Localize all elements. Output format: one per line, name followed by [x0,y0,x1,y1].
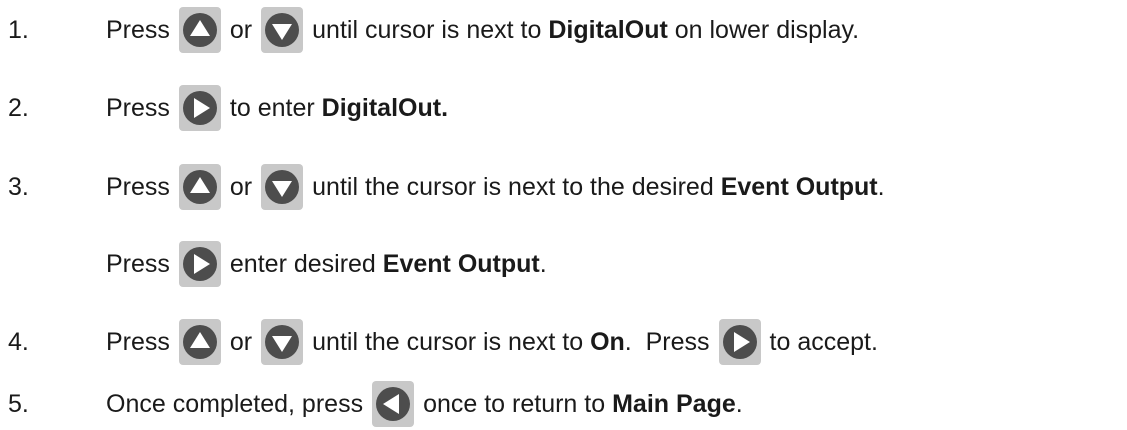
step-text: Press or until the cursor is next to On … [106,319,878,365]
text: . [877,172,885,201]
step-3: 3. Press or until the cursor is next to … [0,161,1127,213]
text: to enter [229,93,315,122]
text: on lower display. [674,15,860,44]
step-2: 2. Press to enter DigitalOut. [0,82,1127,134]
text: or [229,327,253,356]
step-number: 4. [8,327,29,356]
text: . Press [624,327,710,356]
step-5: 5. Once completed, press once to return … [0,378,1127,430]
down-arrow-button-icon [261,319,304,365]
step-number: 5. [8,389,29,418]
step-text: Press or until cursor is next to Digital… [106,7,859,53]
text: Press [106,15,170,44]
bold-text: On [590,327,625,356]
step-text: Press to enter DigitalOut. [106,85,448,131]
bold-text: Event Output [720,172,878,201]
left-arrow-button-icon [372,381,415,427]
up-arrow-button-icon [178,164,221,210]
bold-text: DigitalOut [548,15,668,44]
right-arrow-button-icon [178,241,221,287]
text: until the cursor is next to the desired [312,172,714,201]
text: or [229,15,253,44]
step-number: 2. [8,93,29,122]
step-number: 1. [8,15,29,44]
step-1: 1. Press or until cursor is next to Digi… [0,4,1127,56]
bold-text: DigitalOut. [321,93,449,122]
text: . [539,249,547,278]
text: once to return to [423,389,606,418]
text: or [229,172,253,201]
text: Once completed, press [106,389,364,418]
text: Press [106,249,170,278]
step-number: 3. [8,172,29,201]
step-text: Once completed, press once to return to … [106,381,743,427]
text: until the cursor is next to [312,327,584,356]
text: . [735,389,743,418]
right-arrow-button-icon [718,319,761,365]
up-arrow-button-icon [178,7,221,53]
text: Press [106,93,170,122]
right-arrow-button-icon [178,85,221,131]
text: until cursor is next to [312,15,542,44]
step-text: Press or until the cursor is next to the… [106,164,885,210]
text: Press [106,327,170,356]
down-arrow-button-icon [261,164,304,210]
step-3-continued: Press enter desired Event Output . [0,238,1127,290]
text: to accept. [769,327,878,356]
bold-text: Event Output [382,249,540,278]
bold-text: Main Page [612,389,736,418]
step-text: Press enter desired Event Output . [106,241,547,287]
down-arrow-button-icon [261,7,304,53]
text: Press [106,172,170,201]
text: enter desired [229,249,376,278]
up-arrow-button-icon [178,319,221,365]
step-4: 4. Press or until the cursor is next to … [0,316,1127,368]
